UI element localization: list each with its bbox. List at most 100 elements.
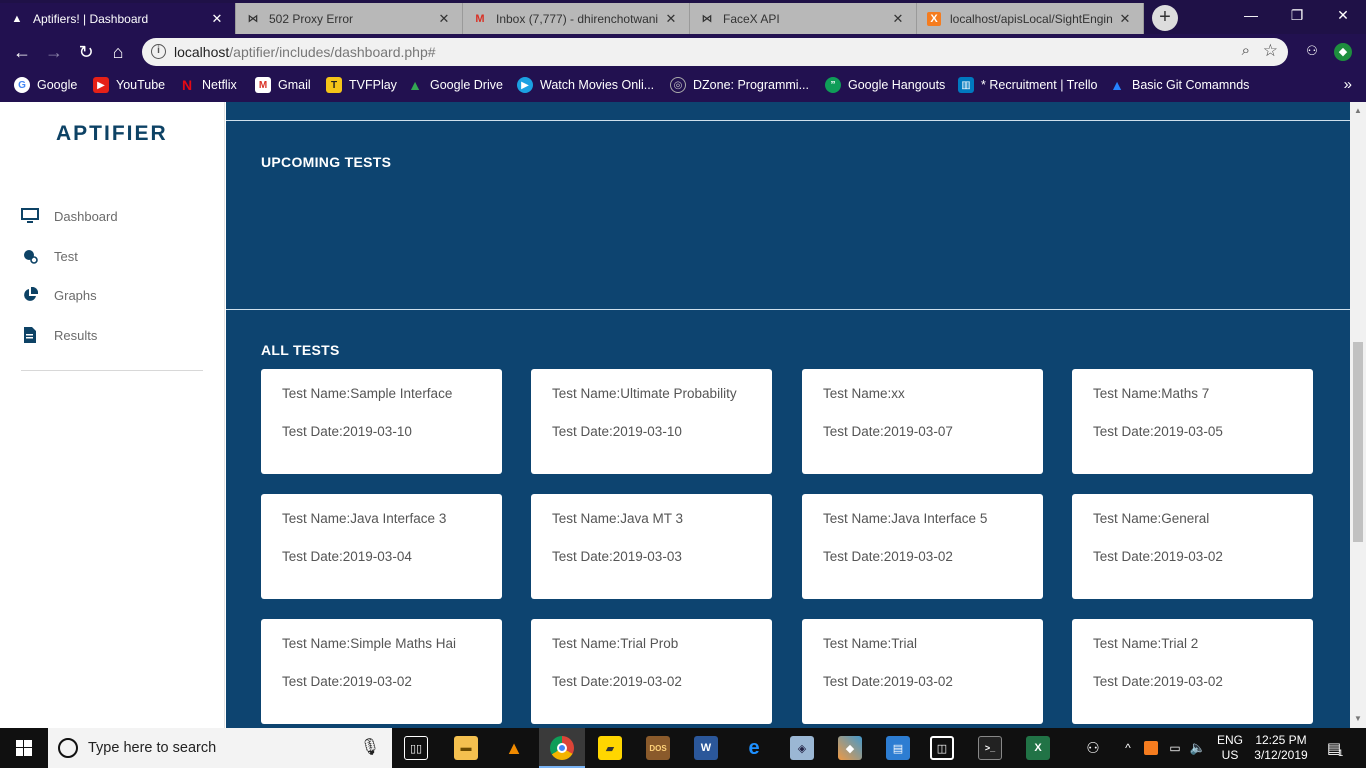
dosbox-icon[interactable]: DOS (646, 736, 670, 760)
bookmark-watch-movies[interactable]: ▶ Watch Movies Onli... (517, 77, 654, 93)
bowtie-icon: ⋈ (701, 13, 713, 25)
test-card[interactable]: Test Name:Java Interface 5 Test Date:2019… (802, 494, 1043, 599)
language-indicator[interactable]: ENG US (1212, 733, 1248, 763)
scroll-down-arrow[interactable]: ▼ (1354, 714, 1362, 723)
test-card[interactable]: Test Name:Simple Maths Hai Test Date:2019… (261, 619, 502, 724)
bookmark-tvfplay[interactable]: T TVFPlay (326, 77, 397, 93)
sidebar-item-test[interactable]: Test (21, 247, 78, 265)
app-frame-icon[interactable]: ◫ (930, 736, 954, 760)
back-button[interactable]: ← (10, 40, 34, 64)
close-window-button[interactable]: ✕ (1320, 0, 1366, 30)
test-name: Test Name:xx (823, 386, 905, 401)
bookmark-trello[interactable]: ▥ * Recruitment | Trello (958, 77, 1097, 93)
bookmark-youtube[interactable]: ▶ YouTube (93, 77, 165, 93)
test-card[interactable]: Test Name:xx Test Date:2019-03-07 (802, 369, 1043, 474)
tab-502-proxy-error[interactable]: ⋈ 502 Proxy Error ✕ (236, 3, 463, 34)
sidebar-item-dashboard[interactable]: Dashboard (21, 207, 118, 225)
tab-title: FaceX API (723, 11, 780, 26)
test-card[interactable]: Test Name:General Test Date:2019-03-02 (1072, 494, 1313, 599)
address-bar[interactable]: i localhost/aptifier/includes/dashboard.… (142, 38, 1288, 66)
sidebar-item-results[interactable]: Results (21, 326, 97, 344)
bookmark-gmail[interactable]: M Gmail (255, 77, 311, 93)
taskbar-search[interactable]: Type here to search 🎙 (48, 728, 392, 768)
page-scrollbar[interactable]: ▲ ▼ (1350, 102, 1366, 728)
tab-facex-api[interactable]: ⋈ FaceX API ✕ (690, 3, 917, 34)
dzone-icon: ◎ (670, 77, 686, 93)
main-panel: UPCOMING TESTS ALL TESTS Test Name:Sampl… (226, 102, 1350, 728)
sticky-notes-icon[interactable]: ▰ (598, 736, 622, 760)
aptifier-logo[interactable]: APTIFIER (56, 122, 168, 146)
incognito-extension-icon[interactable]: ⚇ (1303, 43, 1321, 61)
close-icon[interactable]: ✕ (663, 11, 679, 27)
new-tab-button[interactable]: + (1152, 5, 1178, 31)
git-kraken-icon[interactable]: ◆ (838, 736, 862, 760)
forward-button[interactable]: → (42, 40, 66, 64)
test-card[interactable]: Test Name:Trial 2 Test Date:2019-03-02 (1072, 619, 1313, 724)
test-card[interactable]: Test Name:Java Interface 3 Test Date:2019… (261, 494, 502, 599)
show-hidden-icons[interactable]: ^ (1118, 728, 1138, 768)
task-view-icon[interactable]: ▯▯ (404, 736, 428, 760)
test-name: Test Name:Trial (823, 636, 918, 651)
control-panel-icon[interactable]: ▤ (886, 736, 910, 760)
bookmark-dzone[interactable]: ◎ DZone: Programmi... (670, 77, 809, 93)
bookmark-google-drive[interactable]: ▲ Google Drive (407, 77, 503, 93)
test-card[interactable]: Test Name:Ultimate Probability Test Date:… (531, 369, 772, 474)
reload-button[interactable]: ↻ (74, 40, 98, 64)
start-button[interactable] (0, 728, 48, 768)
app-icon[interactable]: ◈ (790, 736, 814, 760)
bookmark-google-hangouts[interactable]: ” Google Hangouts (825, 77, 945, 93)
bookmark-google[interactable]: G Google (14, 77, 77, 93)
microphone-icon[interactable]: 🎙 (360, 737, 380, 757)
more-bookmarks-icon[interactable]: » (1344, 76, 1352, 93)
youtube-icon: ▶ (93, 77, 109, 93)
close-icon[interactable]: ✕ (1117, 11, 1133, 27)
url-text[interactable]: localhost/aptifier/includes/dashboard.ph… (174, 44, 436, 60)
close-icon[interactable]: ✕ (209, 11, 225, 27)
atlassian-icon: ▲ (1110, 77, 1124, 93)
bookmark-netflix[interactable]: N Netflix (179, 77, 237, 93)
tab-aptifier-dashboard[interactable]: ▲ Aptifiers! | Dashboard ✕ (0, 3, 236, 34)
bookmark-star-icon[interactable]: ☆ (1263, 41, 1278, 61)
test-name: Test Name:Ultimate Probability (552, 386, 737, 401)
test-card[interactable]: Test Name:Sample Interface Test Date:2019… (261, 369, 502, 474)
home-button[interactable]: ⌂ (106, 40, 130, 64)
tab-gmail-inbox[interactable]: M Inbox (7,777) - dhirenchotwani ✕ (463, 3, 690, 34)
scrollbar-thumb[interactable] (1353, 342, 1363, 542)
test-date: Test Date:2019-03-03 (552, 549, 682, 564)
test-card[interactable]: Test Name:Trial Prob Test Date:2019-03-02 (531, 619, 772, 724)
extension-icon[interactable]: ◆ (1334, 43, 1352, 61)
test-card[interactable]: Test Name:Java MT 3 Test Date:2019-03-03 (531, 494, 772, 599)
terminal-icon[interactable]: >_ (978, 736, 1002, 760)
minimize-button[interactable]: — (1228, 0, 1274, 30)
bookmark-basic-git[interactable]: ▲ Basic Git Comamnds (1109, 77, 1249, 93)
sidebar-divider (21, 370, 203, 371)
scroll-up-arrow[interactable]: ▲ (1354, 106, 1362, 115)
test-card[interactable]: Test Name:Maths 7 Test Date:2019-03-05 (1072, 369, 1313, 474)
xampp-tray-icon[interactable] (1140, 728, 1162, 768)
bookmark-label: Netflix (202, 78, 237, 92)
zoom-icon[interactable]: ⌕ (1242, 42, 1250, 59)
clock[interactable]: 12:25 PM 3/12/2019 (1248, 733, 1314, 763)
tab-localhost-apislocal[interactable]: X localhost/apisLocal/SightEngin ✕ (917, 3, 1144, 34)
sidebar: APTIFIER Dashboard Test Graphs Results (0, 102, 225, 728)
action-center-icon[interactable]: ▤ 1 (1320, 728, 1350, 768)
excel-icon[interactable]: X (1026, 736, 1050, 760)
sidebar-item-label: Dashboard (54, 208, 118, 224)
monitor-icon (21, 207, 39, 225)
word-icon[interactable]: W (694, 736, 718, 760)
site-info-icon[interactable]: i (151, 44, 166, 59)
test-card[interactable]: Test Name:Trial Test Date:2019-03-02 (802, 619, 1043, 724)
region-code: US (1221, 748, 1239, 762)
file-explorer-icon[interactable]: ▬ (454, 736, 478, 760)
close-icon[interactable]: ✕ (890, 11, 906, 27)
edge-icon[interactable]: e (742, 736, 766, 760)
browser-toolbar: ← → ↻ ⌂ i localhost/aptifier/includes/da… (0, 34, 1366, 70)
sidebar-item-graphs[interactable]: Graphs (21, 286, 97, 304)
vlc-icon[interactable]: ▲ (502, 736, 526, 760)
battery-icon[interactable]: ▭ (1164, 728, 1186, 768)
volume-icon[interactable]: 🔈 (1186, 728, 1210, 768)
people-icon[interactable]: ⚇ (1080, 728, 1106, 768)
chrome-icon[interactable] (550, 736, 574, 760)
restore-button[interactable]: ❐ (1274, 0, 1320, 30)
close-icon[interactable]: ✕ (436, 11, 452, 27)
